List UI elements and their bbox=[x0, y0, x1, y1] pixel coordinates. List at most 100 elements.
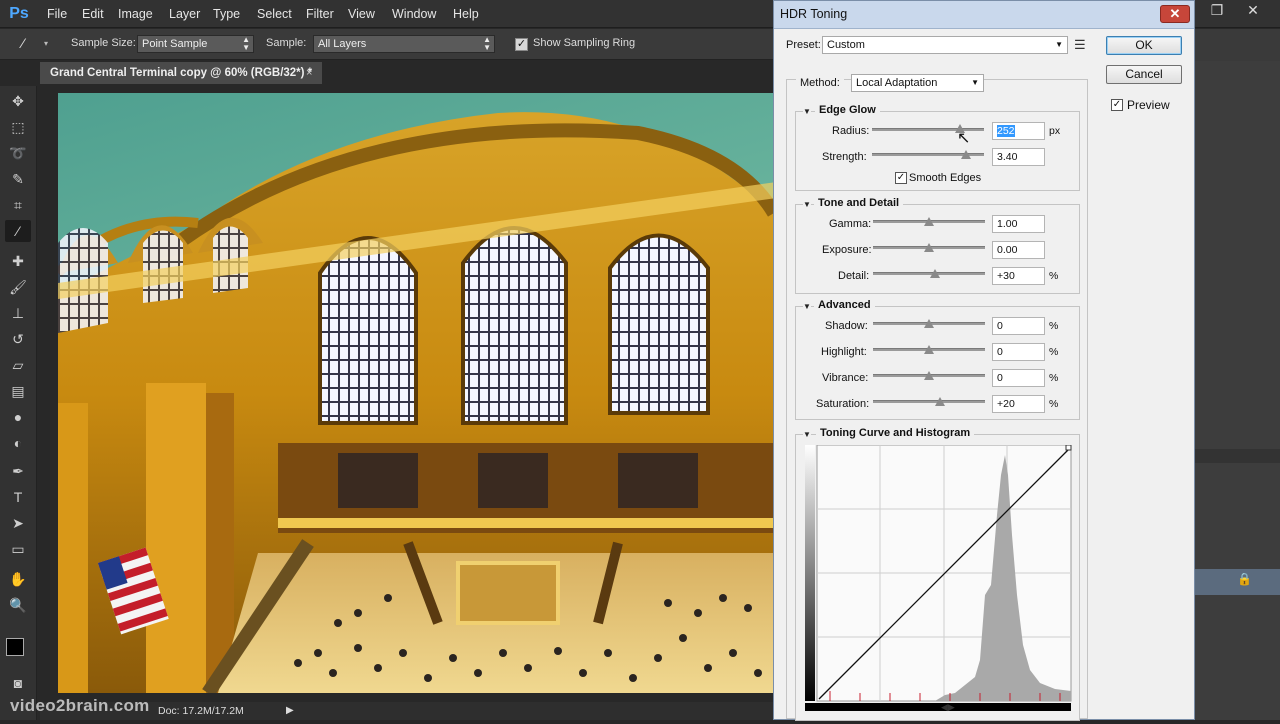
close-window-icon[interactable]: ✕ bbox=[1236, 0, 1270, 22]
curve-histogram-graph: ◀▶ bbox=[805, 444, 1072, 712]
detail-input[interactable]: +30 bbox=[992, 267, 1045, 285]
preset-options-icon[interactable]: ☰ bbox=[1074, 37, 1086, 53]
pen-tool-icon[interactable]: ✒ bbox=[5, 460, 31, 482]
exposure-input[interactable]: 0.00 bbox=[992, 241, 1045, 259]
preview-checkbox[interactable]: ✓ bbox=[1111, 99, 1123, 111]
detail-slider-thumb[interactable] bbox=[929, 269, 940, 278]
brush-tool-icon[interactable]: 🖌 bbox=[5, 276, 31, 298]
toning-curve-title: Toning Curve and Histogram bbox=[816, 427, 975, 439]
panel-top bbox=[1195, 29, 1280, 61]
menu-help[interactable]: Help bbox=[453, 0, 479, 28]
eraser-tool-icon[interactable]: ▱ bbox=[5, 354, 31, 376]
saturation-slider[interactable] bbox=[873, 400, 985, 403]
sample-select[interactable]: All Layers ▲ ▼ bbox=[313, 35, 495, 53]
highlight-label: Highlight: bbox=[821, 346, 867, 358]
ok-button[interactable]: OK bbox=[1106, 36, 1182, 55]
gamma-slider-thumb[interactable] bbox=[924, 217, 934, 226]
history-brush-tool-icon[interactable]: ↺ bbox=[5, 328, 31, 350]
radius-input[interactable]: 252 bbox=[992, 122, 1045, 140]
shape-tool-icon[interactable]: ▭ bbox=[5, 538, 31, 560]
healing-brush-tool-icon[interactable]: ✚ bbox=[5, 250, 31, 272]
restore-window-icon[interactable]: ❐ bbox=[1200, 0, 1234, 22]
shadow-slider-thumb[interactable] bbox=[924, 319, 934, 328]
marquee-tool-icon[interactable]: ⬚ bbox=[5, 116, 31, 138]
toning-curve-editor[interactable]: ◀▶ bbox=[805, 444, 1073, 721]
menu-filter[interactable]: Filter bbox=[306, 0, 334, 28]
highlight-input[interactable]: 0 bbox=[992, 343, 1045, 361]
eyedropper-tool-icon[interactable]: ⁄ bbox=[5, 220, 31, 242]
close-tab-icon[interactable]: × bbox=[306, 62, 312, 84]
vibrance-input[interactable]: 0 bbox=[992, 369, 1045, 387]
sample-size-label: Sample Size: bbox=[71, 37, 136, 49]
radius-label: Radius: bbox=[832, 125, 870, 137]
clone-stamp-tool-icon[interactable]: ⊥ bbox=[5, 302, 31, 324]
tone-detail-title: Tone and Detail bbox=[814, 197, 904, 209]
updown-arrows-icon: ▲ ▼ bbox=[242, 35, 250, 52]
preset-dropdown-icon[interactable]: ▾ bbox=[44, 39, 48, 48]
strength-input[interactable]: 3.40 bbox=[992, 148, 1045, 166]
saturation-label: Saturation: bbox=[816, 398, 870, 410]
quick-selection-tool-icon[interactable]: ✎ bbox=[5, 168, 31, 190]
hand-tool-icon[interactable]: ✋ bbox=[5, 568, 31, 590]
chevron-down-icon: ▼ bbox=[971, 78, 979, 87]
detail-label: Detail: bbox=[838, 270, 870, 282]
preset-label: Preset: bbox=[786, 39, 821, 51]
crop-tool-icon[interactable]: ⌗ bbox=[5, 194, 31, 216]
vibrance-slider-thumb[interactable] bbox=[924, 371, 934, 380]
menu-type[interactable]: Type bbox=[213, 0, 240, 28]
dialog-close-button[interactable]: ✕ bbox=[1160, 5, 1190, 23]
menu-layer[interactable]: Layer bbox=[169, 0, 200, 28]
edge-glow-title: Edge Glow bbox=[815, 104, 880, 116]
shadow-input[interactable]: 0 bbox=[992, 317, 1045, 335]
collapse-triangle-icon[interactable]: ▼ bbox=[803, 107, 811, 116]
smooth-edges-label: Smooth Edges bbox=[909, 172, 982, 184]
eyedropper-preset-icon[interactable]: ⁄ bbox=[22, 35, 42, 53]
saturation-slider-thumb[interactable] bbox=[935, 397, 946, 406]
highlight-slider-thumb[interactable] bbox=[924, 345, 934, 354]
gradient-tool-icon[interactable]: ▤ bbox=[5, 380, 31, 402]
dodge-tool-icon[interactable]: ◐ bbox=[5, 432, 31, 454]
gamma-input[interactable]: 1.00 bbox=[992, 215, 1045, 233]
type-tool-icon[interactable]: T bbox=[5, 486, 31, 508]
radius-value: 252 bbox=[997, 125, 1015, 137]
histogram-slider-icon: ◀▶ bbox=[941, 702, 955, 712]
sample-size-value: Point Sample bbox=[142, 38, 208, 50]
saturation-input[interactable]: +20 bbox=[992, 395, 1045, 413]
hdr-toning-dialog: HDR Toning ✕ Preset: Custom ▼ ☰ OK Cance… bbox=[773, 0, 1195, 721]
toolbox: ✥ ⬚ ➰ ✎ ⌗ ⁄ ✚ 🖌 ⊥ ↺ ▱ ▤ ● ◐ ✒ T ➤ ▭ ✋ 🔍 … bbox=[0, 86, 37, 720]
path-selection-tool-icon[interactable]: ➤ bbox=[5, 512, 31, 534]
dialog-titlebar[interactable]: HDR Toning ✕ bbox=[774, 1, 1194, 29]
move-tool-icon[interactable]: ✥ bbox=[5, 90, 31, 112]
foreground-color-swatch[interactable] bbox=[6, 638, 24, 656]
panel-divider bbox=[1195, 449, 1280, 463]
menu-edit[interactable]: Edit bbox=[82, 0, 104, 28]
saturation-unit: % bbox=[1049, 398, 1059, 410]
preset-select[interactable]: Custom ▼ bbox=[822, 36, 1068, 54]
menu-select[interactable]: Select bbox=[257, 0, 292, 28]
menu-file[interactable]: File bbox=[47, 0, 67, 28]
collapse-triangle-icon[interactable]: ▼ bbox=[803, 200, 811, 209]
quick-mask-icon[interactable]: ◙ bbox=[5, 672, 31, 694]
preview-label: Preview bbox=[1127, 98, 1170, 112]
collapse-triangle-icon[interactable]: ▼ bbox=[803, 302, 811, 311]
collapse-triangle-icon[interactable]: ▼ bbox=[803, 430, 811, 439]
method-select[interactable]: Local Adaptation ▼ bbox=[851, 74, 984, 92]
exposure-slider-thumb[interactable] bbox=[924, 243, 934, 252]
menu-image[interactable]: Image bbox=[118, 0, 153, 28]
cancel-button[interactable]: Cancel bbox=[1106, 65, 1182, 84]
smooth-edges-checkbox[interactable]: ✓ bbox=[895, 172, 907, 184]
detail-unit: % bbox=[1049, 270, 1059, 282]
document-canvas[interactable] bbox=[58, 93, 774, 693]
lasso-tool-icon[interactable]: ➰ bbox=[5, 142, 31, 164]
sample-size-select[interactable]: Point Sample ▲ ▼ bbox=[137, 35, 254, 53]
zoom-tool-icon[interactable]: 🔍 bbox=[5, 594, 31, 616]
document-tab[interactable]: Grand Central Terminal copy @ 60% (RGB/3… bbox=[40, 62, 322, 84]
menu-window[interactable]: Window bbox=[392, 0, 436, 28]
menu-view[interactable]: View bbox=[348, 0, 375, 28]
show-sampling-ring-checkbox[interactable]: ✓ bbox=[515, 38, 528, 51]
horizontal-gradient-bar bbox=[805, 703, 1071, 711]
status-menu-arrow-icon[interactable]: ▶ bbox=[286, 705, 294, 716]
video2brain-watermark: video2brain.com bbox=[10, 696, 150, 715]
blur-tool-icon[interactable]: ● bbox=[5, 406, 31, 428]
strength-slider-thumb[interactable] bbox=[960, 150, 971, 159]
